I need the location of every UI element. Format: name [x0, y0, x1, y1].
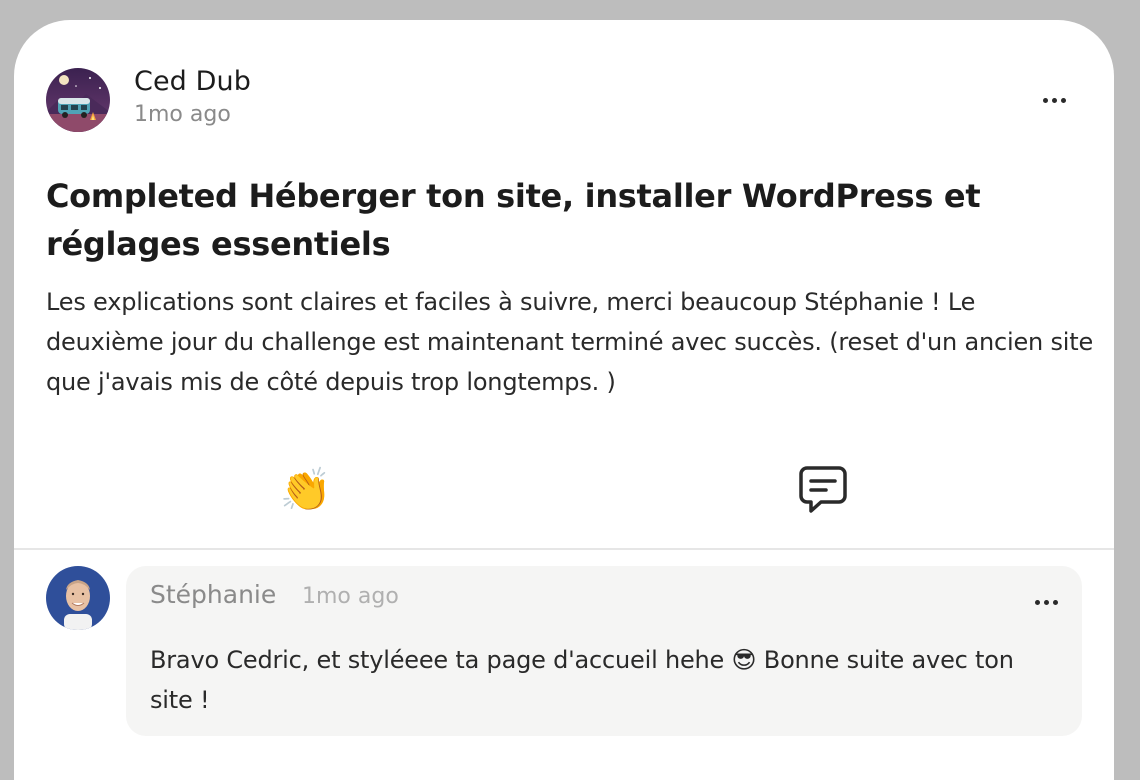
commenter-avatar[interactable]: [46, 566, 110, 630]
comment-bubble: Stéphanie 1mo ago Bravo Cedric, et stylé…: [126, 566, 1082, 736]
van-campfire-illustration: [46, 68, 110, 132]
author-avatar[interactable]: [46, 68, 110, 132]
post-title: Completed Héberger ton site, installer W…: [46, 177, 981, 263]
divider: [14, 548, 1114, 550]
comment-button[interactable]: [788, 458, 858, 522]
comment-author-name[interactable]: Stéphanie: [150, 580, 276, 609]
comment-timestamp: 1mo ago: [302, 584, 399, 609]
more-dot: [1034, 599, 1040, 605]
author-name[interactable]: Ced Dub: [134, 66, 251, 97]
more-dot: [1052, 599, 1058, 605]
post-timestamp: 1mo ago: [134, 102, 231, 127]
commenter-photo: [46, 566, 110, 630]
post-card: Ced Dub 1mo ago Completed Héberger ton s…: [14, 20, 1114, 780]
comment-icon: [799, 466, 847, 513]
clap-button[interactable]: 👏: [271, 458, 341, 522]
comment-more-options-button[interactable]: [1026, 590, 1066, 614]
clap-icon: 👏: [279, 465, 333, 514]
comment-text: Bravo Cedric, et styléeee ta page d'accu…: [150, 646, 1014, 714]
more-dot: [1042, 97, 1048, 103]
post-more-options-button[interactable]: [1034, 88, 1074, 112]
more-dot: [1060, 97, 1066, 103]
more-dot: [1043, 599, 1049, 605]
more-dot: [1051, 97, 1057, 103]
post-body: Les explications sont claires et faciles…: [46, 288, 1094, 396]
